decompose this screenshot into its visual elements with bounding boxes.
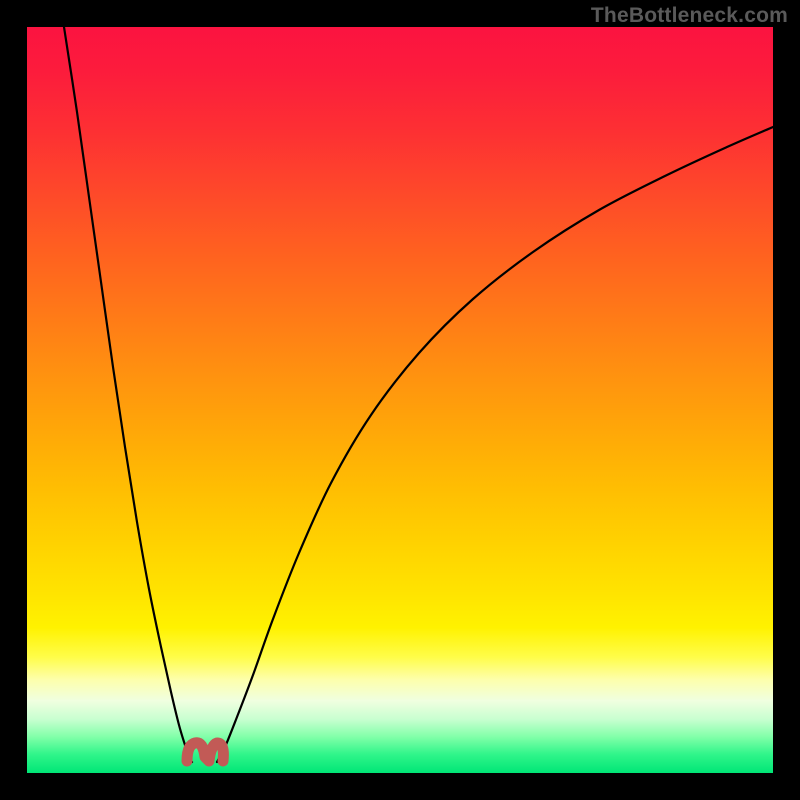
chart-frame: TheBottleneck.com (0, 0, 800, 800)
cusp-marker (187, 743, 223, 761)
plot-area (27, 27, 773, 773)
gradient-background (27, 27, 773, 773)
watermark-text: TheBottleneck.com (591, 4, 788, 28)
bottleneck-curve-chart (27, 27, 773, 773)
